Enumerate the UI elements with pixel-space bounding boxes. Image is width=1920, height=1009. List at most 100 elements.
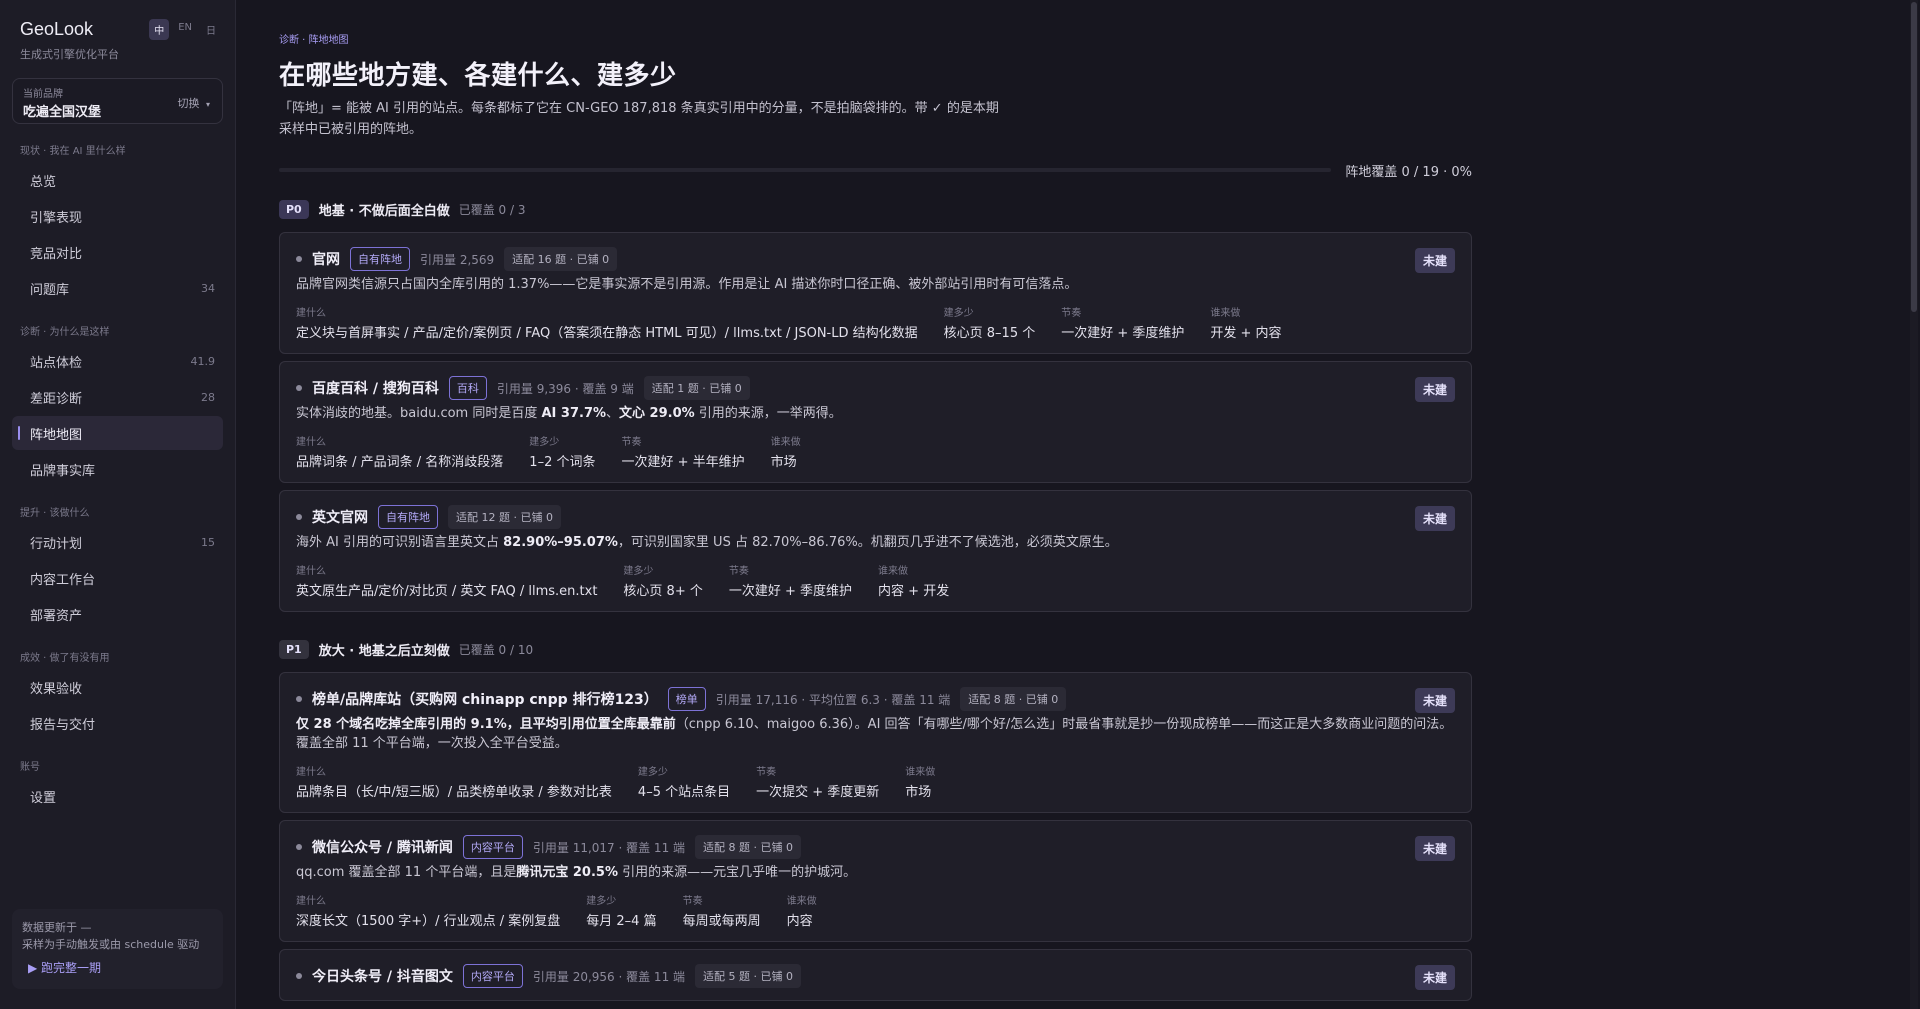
field-label: 节奏 — [756, 767, 777, 778]
sidebar-item[interactable]: 阵地地图 — [12, 416, 223, 450]
field-value: 品牌条目（长/中/短三版）/ 品类榜单收录 / 参数对比表 — [296, 785, 612, 800]
position-type-tag[interactable]: 百科 — [448, 376, 487, 400]
field-label: 建什么 — [296, 896, 326, 907]
position-card-header: 百度百科 / 搜狗百科 百科 引用量 9,396 · 覆盖 9 端适配 1 题 · … — [296, 376, 1455, 400]
position-type-tag[interactable]: 内容平台 — [462, 964, 523, 988]
position-card[interactable]: 英文官网 自有阵地 适配 12 题 · 已铺 0 未建海外 AI 引用的可识别语言里英… — [279, 490, 1472, 612]
description-text: 引用的来源——元宝几乎唯一的护城河。 — [617, 865, 857, 880]
position-name: 官网 — [312, 252, 340, 268]
sampling-note: 采样为手动触发或由 schedule 驱动 — [22, 938, 200, 951]
sidebar-item[interactable]: 问题库 34 — [12, 271, 223, 305]
coverage-row: 阵地覆盖 0 / 19 · 0% — [279, 162, 1472, 180]
sidebar-item-label: 问题库 — [30, 282, 70, 298]
position-card[interactable]: 榜单/品牌库站（买购网 chinapp cnpp 排行榜123） 榜单 引用量 17… — [279, 672, 1472, 813]
sidebar-nav: 现状 · 我在 AI 里什么样 总览 引擎表现 竞品对比 问题库 34 诊断 · 为什么是这… — [12, 142, 223, 813]
lang-ja[interactable]: 日 — [201, 19, 221, 40]
sidebar-item[interactable]: 部署资产 — [12, 597, 223, 631]
field-value: 一次建好 + 季度维护 — [728, 584, 853, 599]
nav-group-title: 诊断 · 为什么是这样 — [20, 327, 110, 338]
fit-badge: 适配 12 题 · 已铺 0 — [448, 505, 561, 529]
lang-zh[interactable]: 中 — [149, 19, 170, 40]
description-text: 实体消歧的地基。baidu.com 同时是百度 — [296, 406, 542, 421]
sidebar-item[interactable]: 总览 — [12, 163, 223, 197]
field-value: 一次建好 + 半年维护 — [621, 455, 745, 470]
position-field: 谁来做 开发 + 内容 — [1210, 304, 1281, 341]
position-field: 建多少每月 2–4 篇 — [586, 892, 656, 929]
fit-badge: 适配 8 题 · 已铺 0 — [960, 687, 1067, 711]
position-fields: 建什么 定义块与首屏事实 / 产品/定价/案例页 / FAQ（答案须在静态 HTM… — [296, 304, 1455, 341]
field-label: 谁来做 — [905, 767, 936, 778]
field-value: 4–5 个站点条目 — [637, 785, 731, 800]
lang-en[interactable]: EN — [173, 19, 197, 40]
field-label: 建多少 — [943, 308, 974, 319]
build-status-badge[interactable]: 未建 — [1414, 836, 1455, 861]
page-description: 「阵地」= 能被 AI 引用的站点。每条都标了它在 CN-GEO 187,818… — [279, 101, 999, 137]
field-label: 节奏 — [728, 566, 749, 577]
sidebar-item[interactable]: 品牌事实库 — [12, 452, 223, 486]
sidebar-item[interactable]: 行动计划 15 — [12, 525, 223, 559]
position-field: 谁来做 内容 + 开发 — [878, 562, 949, 599]
field-value: 开发 + 内容 — [1210, 326, 1282, 341]
brand-row: GeoLook 中 EN 日 — [12, 19, 223, 40]
field-label: 建什么 — [296, 566, 326, 577]
build-status-badge[interactable]: 未建 — [1414, 965, 1455, 990]
field-value: 核心页 8–15 个 — [943, 326, 1036, 341]
nav-group-title: 成效 · 做了有没有用 — [20, 653, 110, 664]
position-card[interactable]: 官网 自有阵地 引用量 2,569 适配 16 题 · 已铺 0 未建 品牌官网类信源只占… — [279, 232, 1472, 354]
position-card[interactable]: 百度百科 / 搜狗百科 百科 引用量 9,396 · 覆盖 9 端适配 1 题 · … — [279, 361, 1472, 483]
position-description: qq.com 覆盖全部 11 个平台端，且是腾讯元宝 20.5% 引用的来源——… — [296, 863, 1455, 882]
sidebar-item-label: 品牌事实库 — [30, 463, 96, 479]
sidebar-item[interactable]: 效果验收 — [12, 670, 223, 704]
sidebar-item-label: 阵地地图 — [30, 427, 83, 443]
coverage-progress-bar — [279, 168, 1332, 172]
position-field: 建多少 核心页 8+ 个 — [623, 562, 702, 599]
position-fields: 建什么 英文原生产品/定价/对比页 / 英文 FAQ / llms.en.txt 建… — [296, 562, 1455, 599]
sidebar-item-label: 内容工作台 — [30, 572, 96, 588]
chevron-down-icon: ▾ — [205, 100, 210, 109]
position-card[interactable]: 微信公众号 / 腾讯新闻 内容平台 引用量 11,017 · 覆盖 11 端适配 8… — [279, 820, 1472, 942]
position-name: 微信公众号 / 腾讯新闻 — [312, 840, 453, 856]
sidebar-item[interactable]: 竞品对比 — [12, 235, 223, 269]
field-value: 1–2 个词条 — [529, 455, 596, 470]
breadcrumb[interactable]: 诊断 · 阵地地图 — [279, 31, 1472, 46]
sidebar-item[interactable]: 引擎表现 — [12, 199, 223, 233]
field-label: 谁来做 — [770, 437, 801, 448]
field-value: 每月 2–4 篇 — [586, 914, 657, 929]
nav-group-title: 账号 — [20, 762, 40, 773]
description-text: 海外 AI 引用的可识别语言里英文占 — [296, 535, 504, 550]
description-text: 品牌官网类信源只占国内全库引用的 1.37%——它是事实源不是引用源。作用是让 … — [296, 277, 1078, 292]
position-card-header: 英文官网 自有阵地 适配 12 题 · 已铺 0 — [296, 505, 1455, 529]
brand-switch-label: 切换 — [177, 97, 200, 110]
build-status-badge[interactable]: 未建 — [1414, 688, 1455, 713]
build-status-badge[interactable]: 未建 — [1414, 377, 1455, 402]
sidebar-item[interactable]: 站点体检 41.9 — [12, 344, 223, 378]
sidebar-item[interactable]: 报告与交付 — [12, 706, 223, 740]
brand-selector[interactable]: 当前品牌 吃遍全国汉堡 切换 ▾ — [12, 78, 223, 124]
sidebar-item[interactable]: 差距诊断 28 — [12, 380, 223, 414]
tier-badge: P1 — [279, 639, 309, 659]
build-status-badge[interactable]: 未建 — [1414, 248, 1455, 273]
sidebar-item-label: 差距诊断 — [30, 391, 83, 407]
highlight-text: AI 37.7% — [541, 406, 607, 421]
position-field: 节奏 每周或每两周 — [683, 892, 761, 929]
sidebar-item[interactable]: 内容工作台 — [12, 561, 223, 595]
scrollbar[interactable] — [1910, 0, 1918, 1009]
position-type-tag[interactable]: 内容平台 — [462, 835, 523, 859]
app-logo[interactable]: GeoLook — [20, 19, 93, 40]
citation-metrics: 引用量 11,017 · 覆盖 11 端 — [532, 840, 686, 855]
field-value: 市场 — [905, 785, 932, 800]
sidebar-item[interactable]: 设置 — [12, 779, 223, 813]
position-type-tag[interactable]: 自有阵地 — [378, 505, 438, 529]
field-label: 建多少 — [586, 896, 617, 907]
field-label: 节奏 — [621, 437, 642, 448]
position-type-tag[interactable]: 榜单 — [667, 687, 706, 711]
build-status-badge[interactable]: 未建 — [1414, 506, 1455, 531]
status-dot-icon — [296, 256, 302, 262]
data-updated-text: 数据更新于 — — [22, 921, 92, 934]
brand-switch-button[interactable]: 切换 ▾ — [177, 95, 210, 111]
sidebar-item-count: 15 — [201, 535, 215, 549]
position-type-tag[interactable]: 自有阵地 — [350, 247, 410, 271]
scrollbar-thumb[interactable] — [1911, 2, 1917, 312]
run-full-cycle-button[interactable]: ▶ 跑完整一期 — [22, 959, 213, 976]
position-card[interactable]: 今日头条号 / 抖音图文 内容平台 引用量 20,956 · 覆盖 11 端适配 5… — [279, 949, 1472, 1001]
